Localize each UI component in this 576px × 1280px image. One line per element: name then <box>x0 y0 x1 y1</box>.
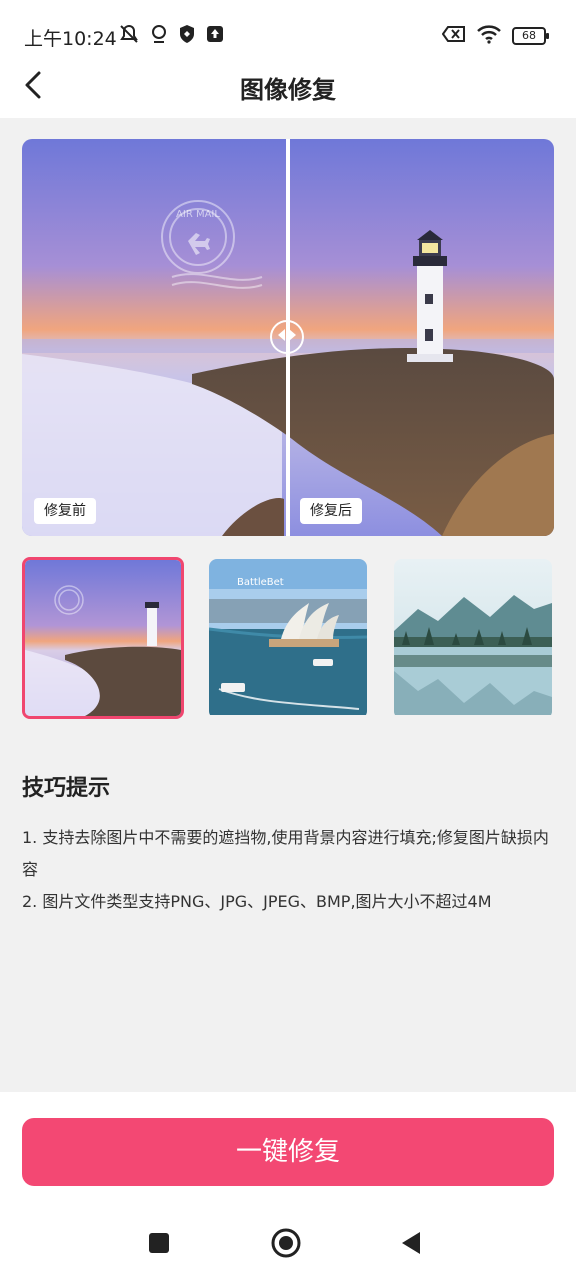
page-title: 图像修复 <box>240 76 336 104</box>
system-nav-bar <box>0 1210 576 1280</box>
notification-muted-icon <box>118 24 140 48</box>
upload-icon <box>206 25 224 47</box>
after-label: 修复后 <box>300 498 362 524</box>
sample-thumbnails: BattleBet <box>22 557 554 719</box>
tip-item: 1. 支持去除图片中不需要的遮挡物,使用背景内容进行填充;修复图片缺损内容 <box>22 828 549 879</box>
recent-apps-icon <box>148 1232 170 1258</box>
status-icons-right: 68 <box>441 24 549 48</box>
shield-icon <box>178 24 196 48</box>
location-icon <box>150 24 168 48</box>
home-icon <box>271 1228 301 1262</box>
status-icons-left <box>118 24 224 48</box>
sample-watermark-text: BattleBet <box>237 577 284 588</box>
nav-back-button[interactable] <box>394 1228 428 1262</box>
tip-item: 2. 图片文件类型支持PNG、JPG、JPEG、BMP,图片大小不超过4M <box>22 892 492 911</box>
status-time: 上午10:24 <box>24 28 117 50</box>
status-bar: 上午10:24 68 <box>0 0 576 64</box>
battery-icon: 68 <box>512 27 549 45</box>
one-click-repair-button[interactable]: 一键修复 <box>22 1118 554 1186</box>
watermark-text: AIR MAIL <box>176 209 220 220</box>
tips-title: 技巧提示 <box>22 776 111 801</box>
back-icon <box>400 1230 422 1260</box>
title-bar: 图像修复 <box>0 56 576 118</box>
compare-slider-handle[interactable] <box>270 320 304 354</box>
before-label: 修复前 <box>34 498 96 524</box>
sample-thumb-lake-mountain[interactable] <box>394 559 552 719</box>
sample-thumb-lighthouse[interactable] <box>22 557 184 719</box>
sample-thumb-opera-house[interactable]: BattleBet <box>209 559 367 719</box>
tips-list: 1. 支持去除图片中不需要的遮挡物,使用背景内容进行填充;修复图片缺损内容 2.… <box>22 822 556 918</box>
home-button[interactable] <box>269 1228 303 1262</box>
sim-off-icon <box>441 25 466 47</box>
recent-apps-button[interactable] <box>142 1228 176 1262</box>
arrows-left-right-icon <box>276 327 298 347</box>
wifi-icon <box>476 24 502 48</box>
